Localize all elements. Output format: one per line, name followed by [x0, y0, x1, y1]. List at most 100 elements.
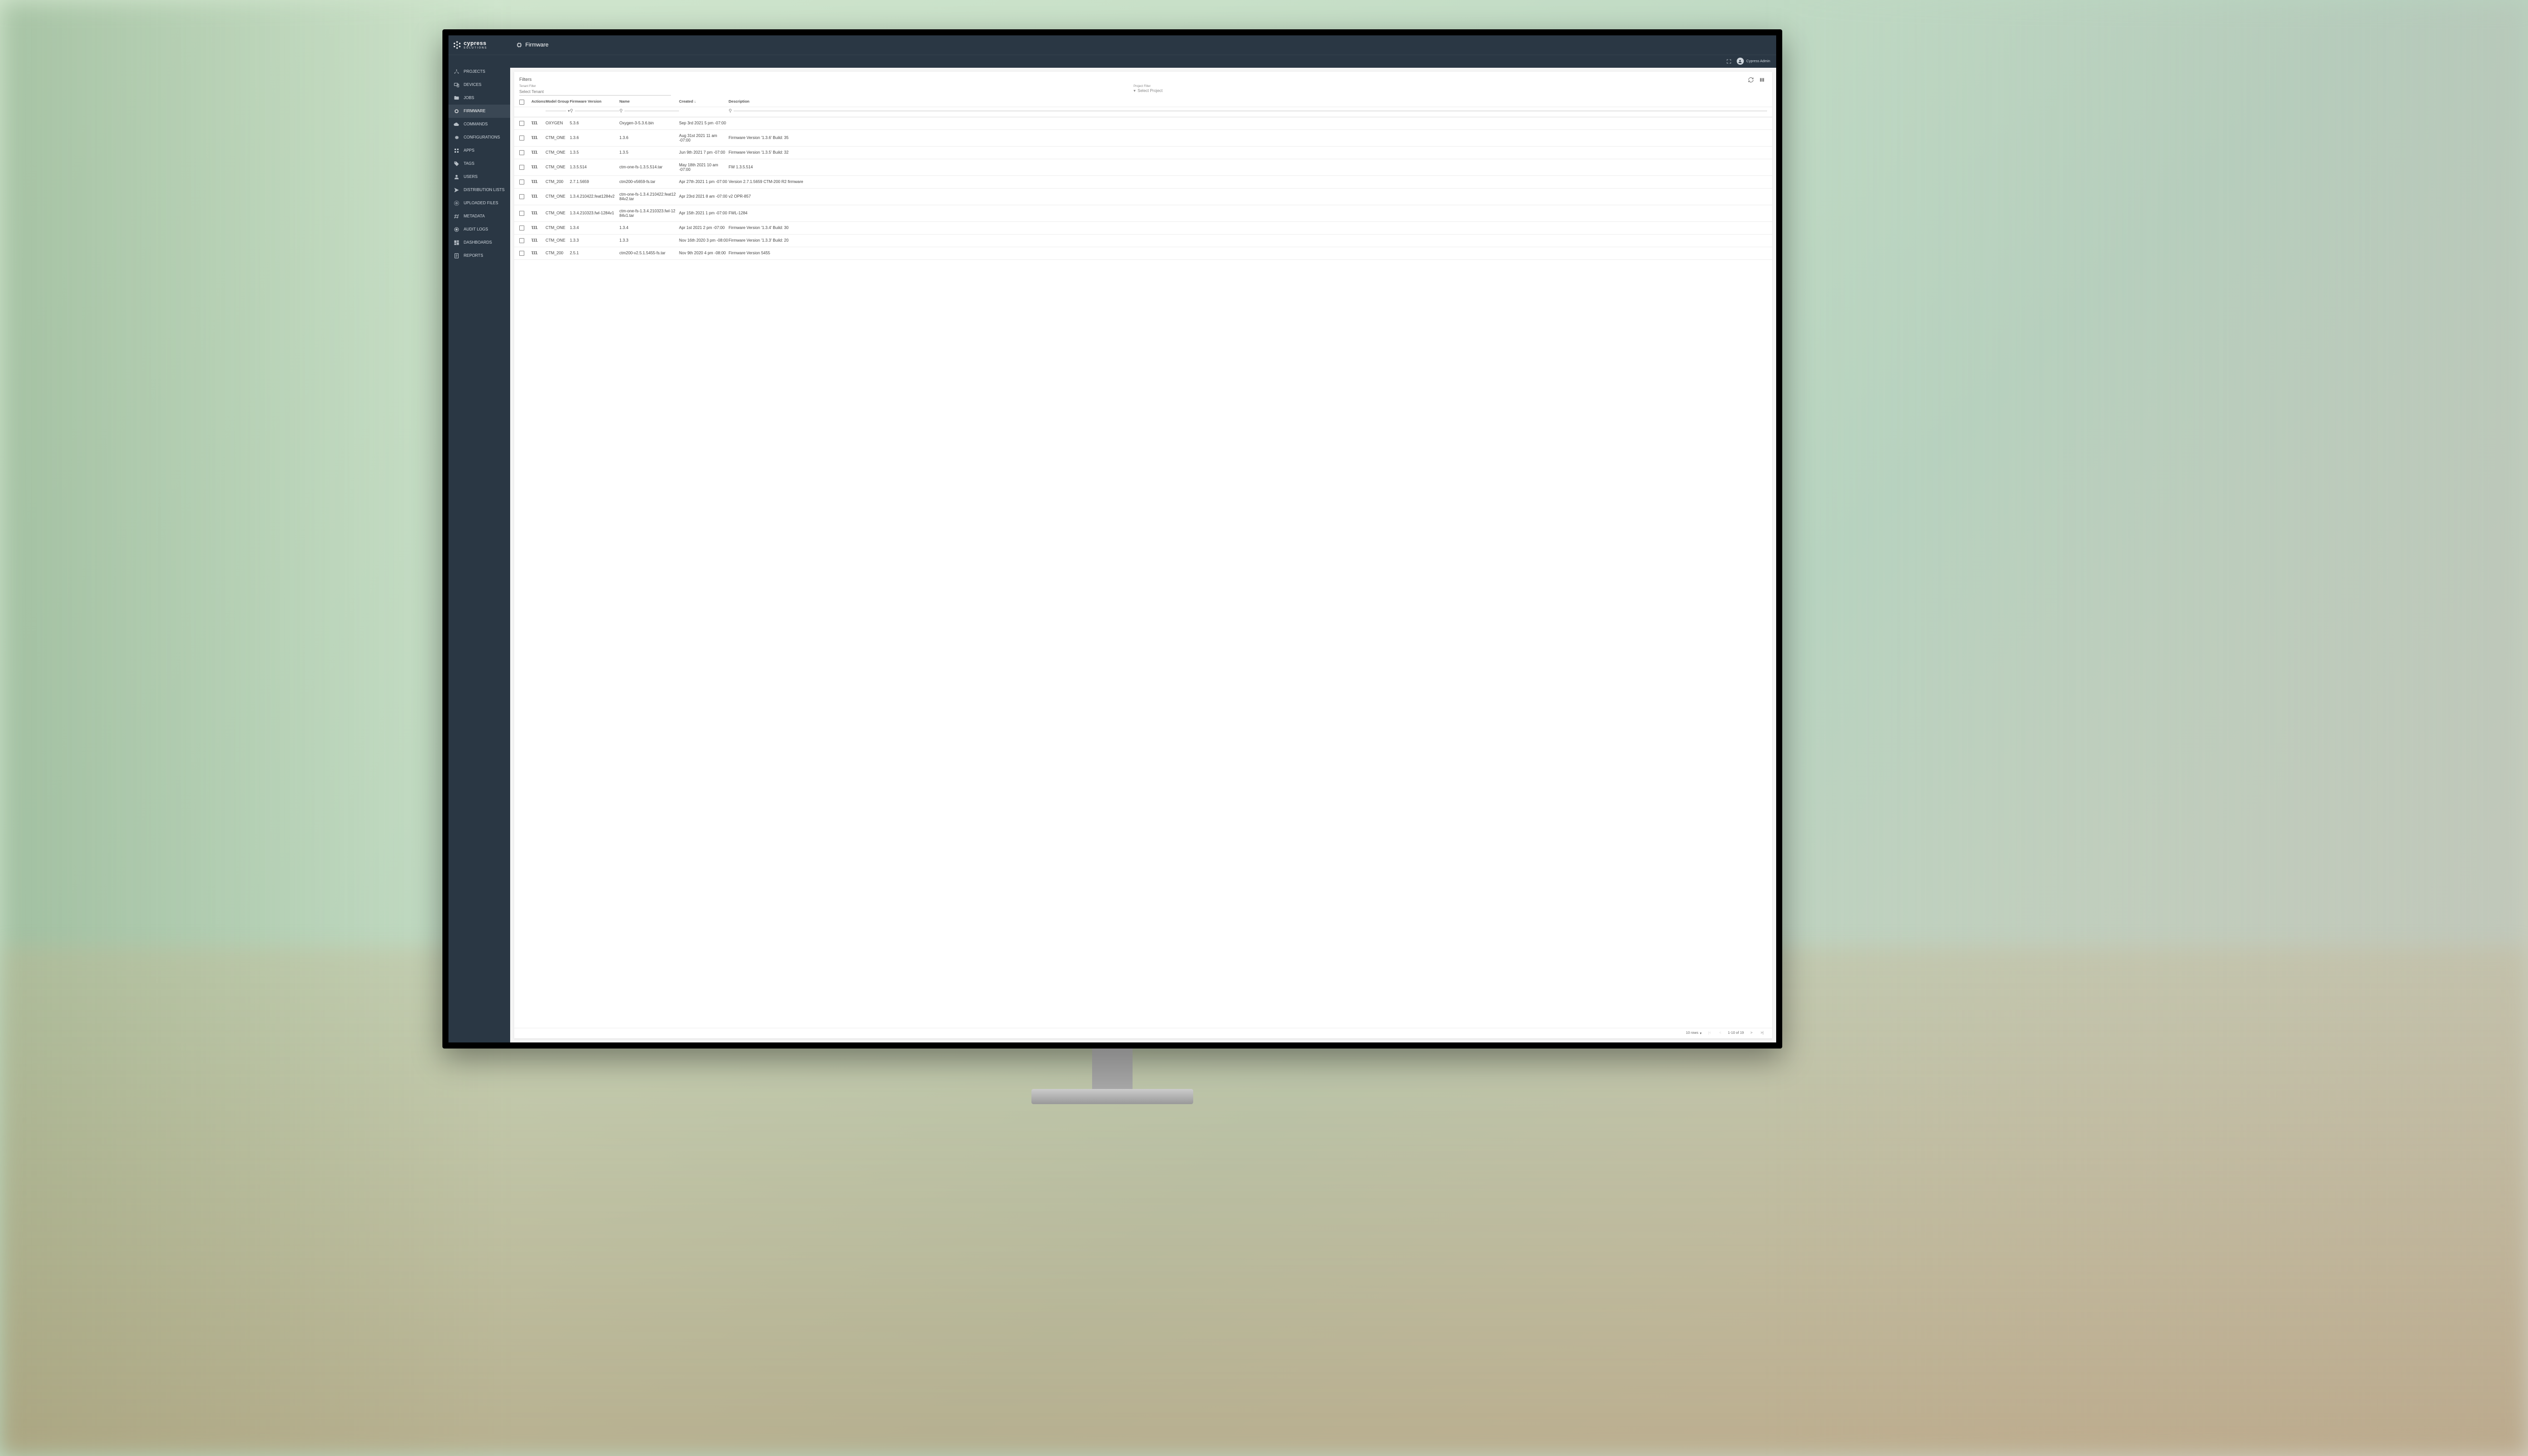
app-screen: cypress SOLUTIONS PROJECTSDEVICESJOBS FIR…	[448, 35, 1776, 1042]
cell-description: v2 OPR-857	[729, 194, 1767, 199]
sidebar-nav: PROJECTSDEVICESJOBS FIRMWARE COMMANDS CONFI…	[448, 55, 510, 1042]
sidebar-item-distribution-lists[interactable]: DISTRIBUTION LISTS	[448, 184, 510, 197]
cell-firmware-version: 2.5.1	[570, 251, 619, 255]
prev-page-icon[interactable]: <	[1718, 1031, 1723, 1035]
sidebar-item-reports[interactable]: REPORTS	[448, 249, 510, 262]
target-icon	[454, 226, 460, 233]
page-title: Firmware	[525, 42, 549, 48]
cell-name: 1.3.5	[619, 150, 679, 155]
sidebar-item-label: COMMANDS	[464, 122, 488, 126]
sidebar-item-projects[interactable]: PROJECTS	[448, 65, 510, 78]
fullscreen-icon[interactable]	[1726, 59, 1732, 64]
first-page-icon[interactable]: |<	[1706, 1031, 1712, 1035]
sidebar-item-apps[interactable]: APPS	[448, 144, 510, 157]
name-filter[interactable]: ⚲	[619, 108, 679, 114]
cell-created: Sep 3rd 2021 5 pm -07:00	[679, 121, 729, 125]
sidebar-item-uploaded-files[interactable]: UPLOADED FILES	[448, 197, 510, 210]
user-name: Cypress Admin	[1746, 60, 1770, 63]
sidebar-item-metadata[interactable]: METADATA	[448, 210, 510, 223]
tenant-filter-input[interactable]	[519, 88, 671, 96]
row-checkbox[interactable]	[519, 194, 524, 199]
cell-created: Apr 27th 2021 1 pm -07:00	[679, 179, 729, 184]
cell-firmware-version: 1.3.6	[570, 135, 619, 140]
row-checkbox[interactable]	[519, 179, 524, 185]
table-row: lllCTM_ONE1.3.5.514ctm-one-fs-1.3.5.514.…	[514, 159, 1772, 176]
project-filter-select[interactable]: ▾ Select Project	[1134, 88, 1748, 93]
firmware-version-filter[interactable]: ⚲	[570, 108, 619, 114]
header-firmware-version[interactable]: Firmware Version	[570, 100, 619, 104]
row-actions-menu[interactable]: lll	[531, 238, 546, 243]
cell-created: Apr 23rd 2021 8 am -07:00	[679, 194, 729, 199]
row-actions-menu[interactable]: lll	[531, 165, 546, 169]
model-group-filter[interactable]: ▾	[546, 108, 570, 114]
header-model-group[interactable]: Model Group	[546, 100, 570, 104]
sidebar-item-devices[interactable]: DEVICES	[448, 78, 510, 92]
row-checkbox[interactable]	[519, 165, 524, 170]
cell-firmware-version: 2.7.1.5659	[570, 179, 619, 184]
table-body: lllOXYGEN5.3.6Oxygen-3-5.3.6.binSep 3rd …	[514, 117, 1772, 1028]
row-actions-menu[interactable]: lll	[531, 179, 546, 184]
rows-per-page[interactable]: 10 rows ▾	[1686, 1031, 1701, 1035]
brand-name: cypress	[464, 40, 486, 47]
cell-created: Aug 31st 2021 11 am -07:00	[679, 133, 729, 143]
user-chip[interactable]: Cypress Admin	[1737, 58, 1770, 65]
row-checkbox[interactable]	[519, 251, 524, 256]
cell-description: FWL-1284	[729, 211, 1767, 215]
row-actions-menu[interactable]: lll	[531, 135, 546, 140]
select-all-checkbox[interactable]	[519, 100, 524, 105]
row-checkbox[interactable]	[519, 225, 524, 231]
row-actions-menu[interactable]: lll	[531, 150, 546, 155]
sidebar-item-label: FIRMWARE	[464, 109, 485, 113]
grid-icon	[454, 148, 460, 154]
header-created[interactable]: Created ↓	[679, 100, 729, 104]
sidebar-item-firmware[interactable]: FIRMWARE	[448, 105, 510, 118]
row-checkbox[interactable]	[519, 211, 524, 216]
table-row: lllOXYGEN5.3.6Oxygen-3-5.3.6.binSep 3rd …	[514, 117, 1772, 130]
row-checkbox[interactable]	[519, 150, 524, 155]
cell-model-group: CTM_ONE	[546, 225, 570, 230]
cell-description: Firmware Version '1.3.4' Build: 30	[729, 225, 1767, 230]
row-checkbox[interactable]	[519, 135, 524, 141]
cell-description: Firmware Version 5455	[729, 251, 1767, 255]
sidebar-item-label: METADATA	[464, 214, 485, 218]
main-panel: Firmware Cypress Admin	[510, 35, 1776, 1042]
cell-model-group: CTM_ONE	[546, 194, 570, 199]
sidebar-item-jobs[interactable]: JOBS	[448, 92, 510, 105]
header-name[interactable]: Name	[619, 100, 679, 104]
cell-description: Version 2.7.1.5659 CTM-200 R2 firmware	[729, 179, 1767, 184]
row-checkbox[interactable]	[519, 121, 524, 126]
sidebar-item-label: USERS	[464, 174, 478, 179]
sidebar-item-audit-logs[interactable]: AUDIT LOGS	[448, 223, 510, 236]
sidebar-item-configurations[interactable]: CONFIGURATIONS	[448, 131, 510, 144]
cell-description: Firmware Version '1.3.3' Build: 20	[729, 238, 1767, 243]
brand-sub: SOLUTIONS	[464, 47, 487, 50]
sidebar-item-tags[interactable]: TAGS	[448, 157, 510, 170]
folder-icon	[454, 95, 460, 101]
header-description[interactable]: Description	[729, 100, 1767, 104]
description-filter[interactable]: ⚲	[729, 108, 1767, 114]
row-actions-menu[interactable]: lll	[531, 211, 546, 215]
row-actions-menu[interactable]: lll	[531, 225, 546, 230]
cell-created: Nov 9th 2020 4 pm -08:00	[679, 251, 729, 255]
sidebar-item-users[interactable]: USERS	[448, 170, 510, 184]
firmware-card: Filters Tenant Filter Project Filter ▾ S…	[514, 72, 1772, 1038]
cell-model-group: OXYGEN	[546, 121, 570, 125]
columns-icon[interactable]	[1759, 77, 1765, 83]
cell-name: 1.3.6	[619, 135, 679, 140]
cell-created: Nov 16th 2020 3 pm -08:00	[679, 238, 729, 243]
refresh-icon[interactable]	[1748, 77, 1754, 83]
row-checkbox[interactable]	[519, 238, 524, 243]
filters-title: Filters	[519, 77, 1134, 82]
row-actions-menu[interactable]: lll	[531, 121, 546, 125]
next-page-icon[interactable]: >	[1749, 1031, 1754, 1035]
pagination-range: 1-10 of 19	[1728, 1031, 1744, 1035]
caret-down-icon: ▾	[1700, 1031, 1702, 1035]
cell-created: Apr 15th 2021 1 pm -07:00	[679, 211, 729, 215]
row-actions-menu[interactable]: lll	[531, 251, 546, 255]
last-page-icon[interactable]: >|	[1759, 1031, 1765, 1035]
row-actions-menu[interactable]: lll	[531, 194, 546, 199]
report-icon	[454, 253, 460, 259]
table-row: lllCTM_ONE1.3.4.210422.feat1284v2ctm-one…	[514, 189, 1772, 205]
sidebar-item-dashboards[interactable]: DASHBOARDS	[448, 236, 510, 249]
sidebar-item-commands[interactable]: COMMANDS	[448, 118, 510, 131]
